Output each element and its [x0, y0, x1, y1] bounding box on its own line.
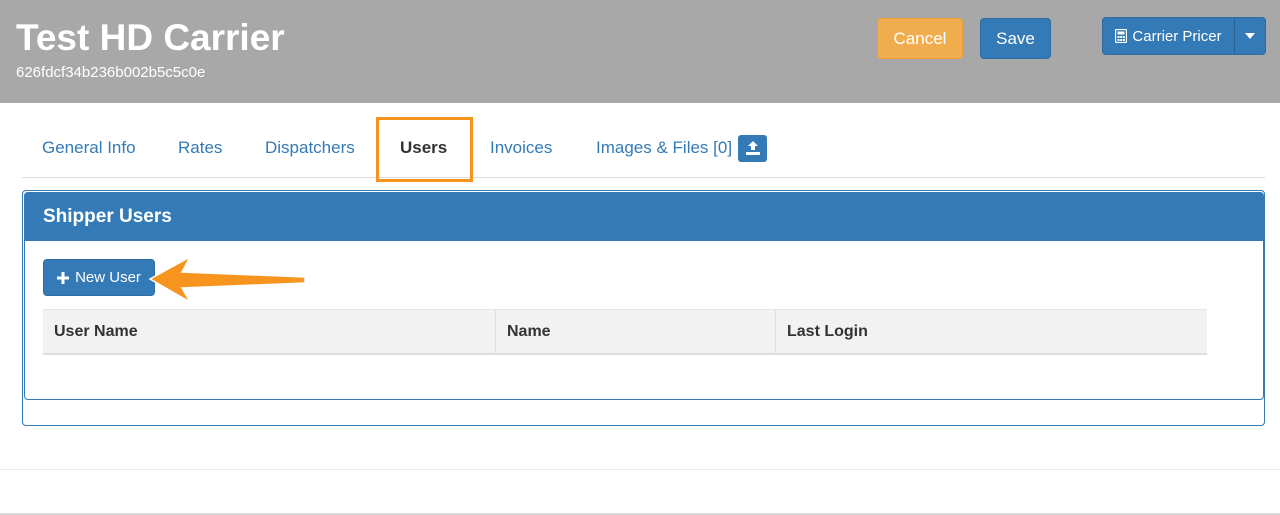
divider [0, 469, 1280, 470]
tab-dispatchers[interactable]: Dispatchers [265, 118, 355, 178]
page-title: Test HD Carrier [16, 17, 285, 58]
pointer-arrow-icon [148, 255, 306, 305]
active-tab-highlight [376, 117, 473, 182]
upload-icon [745, 141, 760, 155]
users-table: User Name Name Last Login [43, 309, 1207, 355]
carrier-pricer-dropdown-toggle[interactable] [1235, 18, 1265, 54]
carrier-pricer-button[interactable]: Carrier Pricer [1103, 18, 1235, 54]
tab-invoices[interactable]: Invoices [490, 118, 552, 178]
carrier-id: 626fdcf34b236b002b5c5c0e [16, 64, 206, 81]
tab-images-files[interactable]: Images & Files [0] [596, 118, 768, 178]
save-button[interactable]: Save [980, 18, 1051, 59]
tab-images-files-label: Images & Files [0] [596, 138, 733, 157]
tab-general-info[interactable]: General Info [42, 118, 136, 178]
new-user-button[interactable]: New User [43, 259, 155, 296]
tab-rates[interactable]: Rates [178, 118, 222, 178]
tab-bar: General Info Rates Dispatchers Users Inv… [22, 118, 1265, 178]
column-header-name[interactable]: Name [495, 310, 775, 354]
panel-title: Shipper Users [25, 193, 1263, 241]
page-header: Test HD Carrier 626fdcf34b236b002b5c5c0e… [0, 0, 1280, 103]
cancel-button[interactable]: Cancel [877, 18, 963, 59]
carrier-pricer-label: Carrier Pricer [1132, 27, 1222, 45]
calculator-icon [1115, 29, 1128, 43]
carrier-pricer-button-group: Carrier Pricer [1102, 17, 1266, 55]
caret-down-icon [1245, 33, 1255, 39]
column-header-user-name[interactable]: User Name [43, 310, 495, 354]
new-user-label: New User [75, 269, 141, 286]
upload-button[interactable] [738, 134, 768, 162]
plus-icon [57, 271, 70, 284]
column-header-last-login[interactable]: Last Login [775, 310, 1207, 354]
